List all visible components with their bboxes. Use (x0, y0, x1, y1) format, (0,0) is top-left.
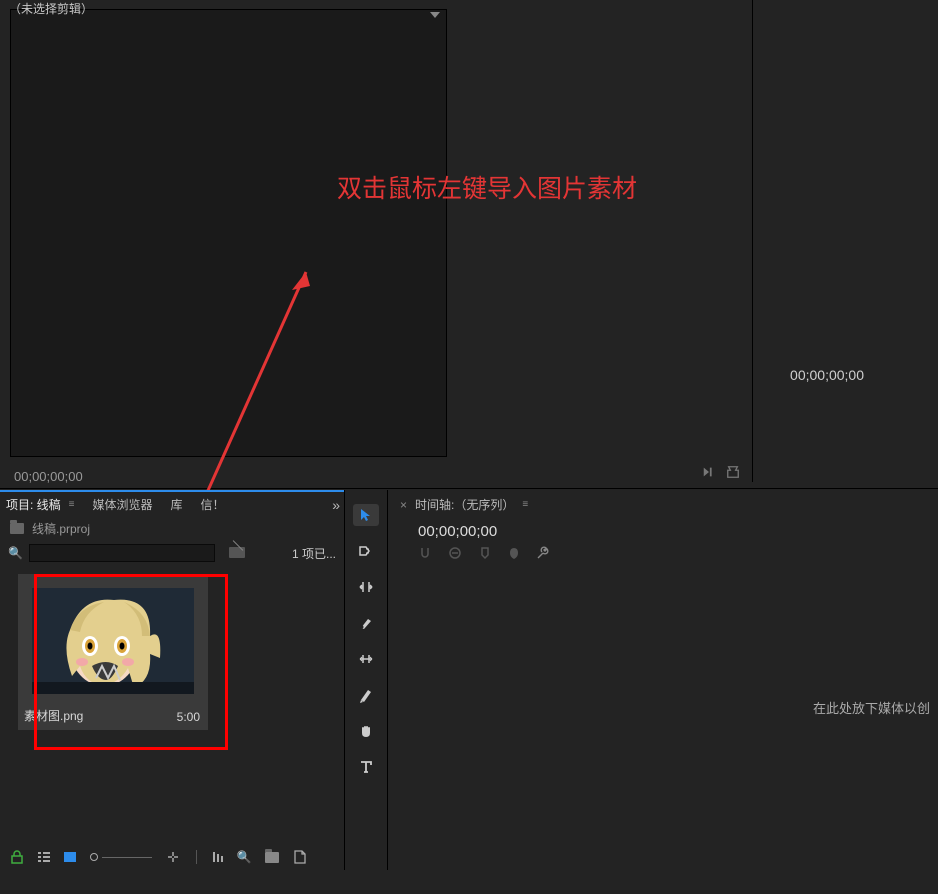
settings-icon[interactable] (536, 546, 550, 563)
asset-thumbnail (32, 588, 194, 694)
thumbnail-size-slider[interactable] (90, 853, 152, 861)
panel-tabs: 项目: 线稿 ≡ 媒体浏览器 库 信！ » (0, 492, 344, 517)
program-timecode: 00;00;00;00 (790, 367, 864, 383)
goto-in-icon[interactable] (702, 465, 716, 482)
tab-libraries[interactable]: 库 (171, 496, 183, 513)
tool-strip (344, 490, 388, 870)
asset-duration: 5:00 (177, 710, 200, 724)
snap-icon[interactable] (418, 546, 432, 563)
close-panel-icon[interactable]: × (400, 498, 407, 512)
item-count: 1 项已... (292, 545, 336, 562)
new-item-icon[interactable] (293, 850, 307, 864)
sort-icon[interactable] (213, 852, 223, 862)
find-icon[interactable]: 🔍 (237, 850, 251, 864)
icon-view-icon[interactable] (64, 852, 76, 862)
asset-item[interactable]: 素材图.png 5:00 (18, 574, 208, 730)
timeline-tools (388, 546, 938, 563)
marker-icon[interactable] (508, 546, 520, 563)
search-input[interactable] (29, 544, 215, 562)
razor-tool-icon[interactable] (353, 612, 379, 634)
project-panel-footer: 🔍 (0, 844, 344, 870)
chevron-down-icon[interactable] (430, 12, 440, 18)
list-view-icon[interactable] (38, 852, 50, 862)
timeline-timecode: 00;00;00;00 (388, 519, 938, 546)
asset-grid[interactable]: 素材图.png 5:00 (0, 566, 344, 738)
panel-menu-icon[interactable]: ≡ (69, 499, 75, 510)
timeline-panel: × 时间轴:（无序列） ≡ 00;00;00;00 在此处放下媒体以创 (388, 490, 938, 870)
export-frame-icon[interactable] (726, 465, 740, 482)
project-file-name: 线稿.prproj (32, 520, 90, 537)
add-marker-icon[interactable] (478, 546, 492, 563)
asset-name: 素材图.png (24, 707, 83, 724)
tabs-overflow-icon[interactable]: » (332, 497, 340, 513)
tab-info[interactable]: 信！ (201, 496, 225, 513)
slip-tool-icon[interactable] (353, 648, 379, 670)
horizontal-divider[interactable] (0, 488, 938, 489)
source-title: （未选择剪辑） (9, 0, 93, 17)
program-monitor[interactable]: 00;00;00;00 (452, 0, 938, 488)
source-monitor[interactable]: （未选择剪辑） (10, 9, 447, 457)
timeline-menu-icon[interactable]: ≡ (522, 499, 528, 510)
linked-selection-icon[interactable] (448, 546, 462, 563)
tab-project[interactable]: 项目: 线稿 (6, 496, 61, 513)
timeline-drop-hint: 在此处放下媒体以创 (813, 698, 930, 717)
project-panel: 项目: 线稿 ≡ 媒体浏览器 库 信！ » 线稿.prproj 🔍 1 项已..… (0, 490, 344, 870)
thumbnail-image (32, 588, 194, 694)
selection-tool-icon[interactable] (353, 504, 379, 526)
panel-divider[interactable] (752, 0, 753, 482)
track-select-tool-icon[interactable] (353, 540, 379, 562)
freeform-view-icon[interactable] (166, 850, 180, 864)
footer-divider (196, 850, 197, 864)
pen-tool-icon[interactable] (353, 684, 379, 706)
search-icon: 🔍 (8, 546, 23, 560)
ripple-edit-tool-icon[interactable] (353, 576, 379, 598)
search-row: 🔍 1 项已... (0, 540, 344, 566)
tab-media-browser[interactable]: 媒体浏览器 (93, 496, 153, 513)
timeline-header: × 时间轴:（无序列） ≡ (388, 490, 938, 519)
lock-icon[interactable] (10, 850, 24, 864)
new-bin-icon[interactable] (265, 850, 279, 864)
annotation-text: 双击鼠标左键导入图片素材 (337, 169, 637, 205)
filter-bin-icon[interactable] (229, 547, 245, 559)
project-file-row: 线稿.prproj (0, 517, 344, 540)
timeline-title: 时间轴:（无序列） (415, 496, 514, 513)
folder-icon (10, 523, 24, 534)
hand-tool-icon[interactable] (353, 720, 379, 742)
type-tool-icon[interactable] (353, 756, 379, 778)
